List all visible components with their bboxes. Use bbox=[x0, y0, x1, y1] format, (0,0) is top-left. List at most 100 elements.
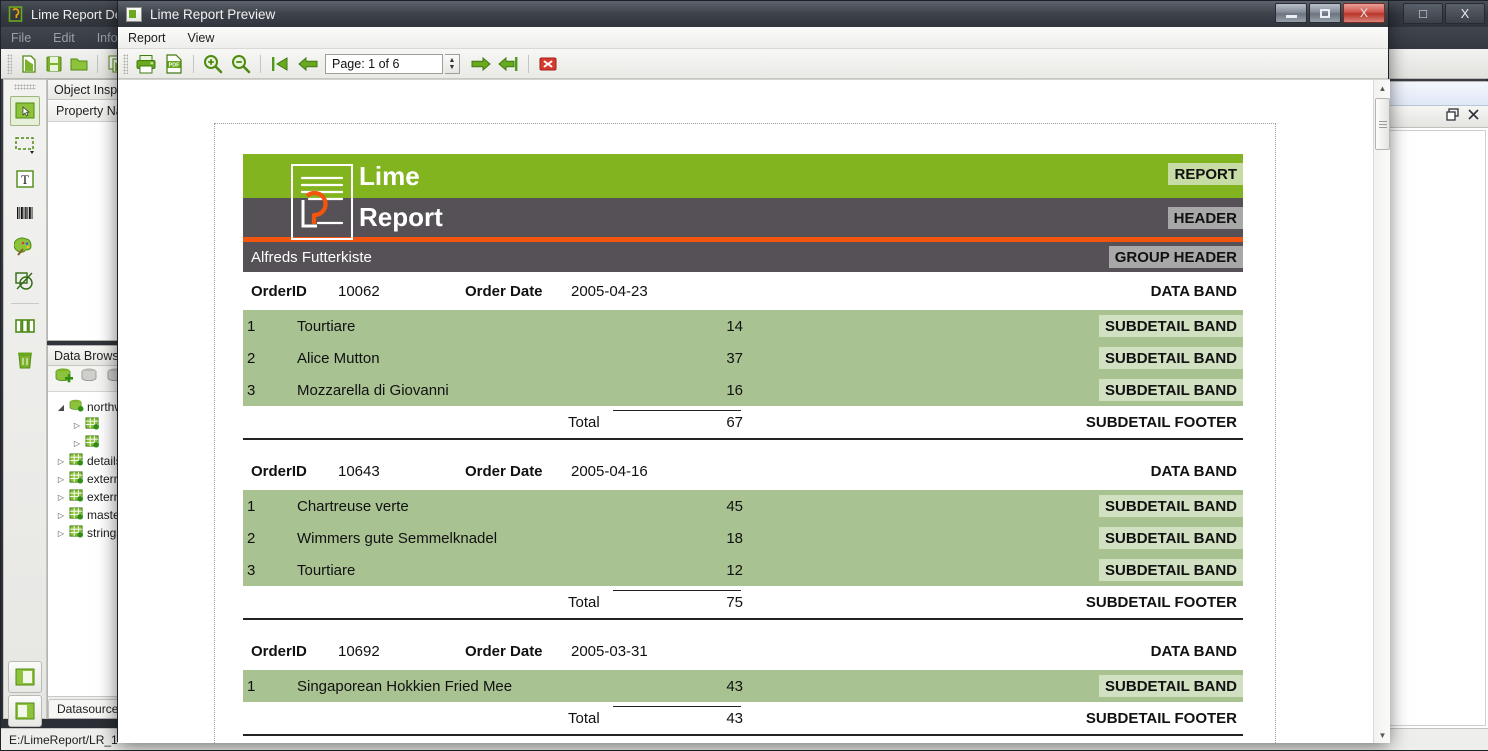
toolbar-separator bbox=[193, 54, 194, 73]
scrollbar-up-arrow[interactable]: ▲ bbox=[1374, 80, 1390, 97]
print-icon[interactable] bbox=[133, 52, 159, 76]
tree-expanded-arrow-icon[interactable]: ◢ bbox=[56, 403, 66, 412]
product-name: Chartreuse verte bbox=[297, 497, 409, 515]
select-rect-tool-icon[interactable] bbox=[10, 130, 40, 160]
product-name: Tourtiare bbox=[297, 561, 356, 579]
table-icon bbox=[69, 453, 84, 469]
designer-menu-info[interactable]: Info bbox=[97, 31, 118, 45]
float-panel-icon[interactable] bbox=[1446, 107, 1459, 126]
save-report-icon[interactable] bbox=[43, 53, 65, 75]
band-spacer bbox=[243, 440, 1243, 452]
table-icon bbox=[69, 525, 84, 541]
band-tag-subdetail-band: SUBDETAIL BAND bbox=[1099, 559, 1243, 581]
report-page-sheet: Lime REPORT Report HEADER Alfreds Futter… bbox=[214, 123, 1276, 743]
tree-collapsed-arrow-icon[interactable]: ▷ bbox=[56, 475, 66, 484]
tool-strip-grip[interactable] bbox=[14, 84, 36, 90]
page-number-spinner[interactable]: ▲ ▼ bbox=[445, 53, 460, 74]
preview-minimize-button[interactable] bbox=[1275, 3, 1307, 23]
total-value: 75 bbox=[726, 594, 743, 611]
tree-collapsed-arrow-icon[interactable]: ▷ bbox=[56, 457, 66, 466]
scrollbar-down-arrow[interactable]: ▼ bbox=[1374, 727, 1390, 743]
tool-strip-separator bbox=[11, 303, 39, 304]
band-tag-group-header: GROUP HEADER bbox=[1108, 246, 1243, 268]
table-icon bbox=[69, 489, 84, 505]
preview-titlebar[interactable]: Lime Report Preview X bbox=[118, 1, 1388, 27]
first-page-icon[interactable] bbox=[267, 52, 293, 76]
preview-menu-report[interactable]: Report bbox=[128, 31, 166, 45]
report-header-band: Report HEADER bbox=[243, 198, 1243, 242]
text-item-tool-icon[interactable]: T bbox=[10, 164, 40, 194]
preview-menu-view[interactable]: View bbox=[188, 31, 215, 45]
spinner-up-arrow[interactable]: ▲ bbox=[449, 57, 456, 64]
total-value: 43 bbox=[726, 710, 743, 727]
zoom-out-icon[interactable] bbox=[228, 52, 254, 76]
band-tag-subdetail-band: SUBDETAIL BAND bbox=[1099, 675, 1243, 697]
paint-item-tool-icon[interactable] bbox=[10, 232, 40, 262]
shape-item-tool-icon[interactable] bbox=[10, 266, 40, 296]
quantity-value: 18 bbox=[726, 529, 743, 547]
total-rule bbox=[613, 410, 741, 411]
preview-vertical-scrollbar[interactable]: ▲ ▼ bbox=[1373, 80, 1390, 743]
database-icon bbox=[69, 399, 84, 415]
svg-text:T: T bbox=[21, 172, 29, 187]
designer-close-button[interactable]: X bbox=[1445, 3, 1485, 24]
designer-menu-file[interactable]: File bbox=[11, 31, 31, 45]
total-label: Total bbox=[568, 709, 600, 727]
total-label: Total bbox=[568, 593, 600, 611]
close-panel-icon[interactable] bbox=[1467, 108, 1480, 126]
band-tag-header: HEADER bbox=[1167, 207, 1243, 229]
preview-toolbar-grip[interactable] bbox=[123, 53, 128, 74]
barcode-item-tool-icon[interactable] bbox=[10, 198, 40, 228]
pointer-tool-icon[interactable] bbox=[10, 96, 40, 126]
new-report-icon[interactable] bbox=[18, 53, 40, 75]
tree-collapsed-arrow-icon[interactable]: ▷ bbox=[72, 439, 82, 448]
add-datasource-icon[interactable] bbox=[54, 367, 74, 390]
table-icon bbox=[85, 435, 100, 451]
preview-maximize-button[interactable] bbox=[1309, 3, 1341, 23]
band-spacer bbox=[243, 620, 1243, 632]
total-rule bbox=[613, 706, 741, 707]
tree-collapsed-arrow-icon[interactable]: ▷ bbox=[56, 511, 66, 520]
zoom-in-icon[interactable] bbox=[200, 52, 226, 76]
band-tag-subdetail-footer: SUBDETAIL FOOTER bbox=[1085, 413, 1237, 431]
subdetail-footer-band: Total 43 SUBDETAIL FOOTER bbox=[243, 702, 1243, 734]
show-left-panel-toggle[interactable] bbox=[8, 661, 42, 693]
tree-collapsed-arrow-icon[interactable]: ▷ bbox=[56, 529, 66, 538]
page-number-input[interactable]: Page: 1 of 6 bbox=[325, 53, 443, 74]
lime-report-document-logo bbox=[291, 164, 353, 240]
report-content: Lime REPORT Report HEADER Alfreds Futter… bbox=[243, 154, 1243, 743]
band-spacer bbox=[243, 736, 1243, 743]
tree-collapsed-arrow-icon[interactable]: ▷ bbox=[56, 493, 66, 502]
edit-datasource-icon[interactable] bbox=[80, 367, 100, 390]
preview-window: Lime Report Preview X Report View PDF Pa… bbox=[117, 0, 1390, 743]
quantity-value: 45 bbox=[726, 497, 743, 515]
preview-close-button[interactable]: X bbox=[1343, 3, 1385, 23]
report-title-line2: Report bbox=[359, 202, 443, 232]
layout-tool-icon[interactable] bbox=[10, 311, 40, 341]
open-report-icon[interactable] bbox=[68, 53, 90, 75]
order-id-value: 10062 bbox=[338, 282, 380, 300]
previous-page-icon[interactable] bbox=[295, 52, 321, 76]
next-page-icon[interactable] bbox=[468, 52, 494, 76]
svg-text:PDF: PDF bbox=[169, 62, 180, 68]
total-label: Total bbox=[568, 413, 600, 431]
spinner-down-arrow[interactable]: ▼ bbox=[449, 64, 456, 71]
quantity-value: 12 bbox=[726, 561, 743, 579]
export-pdf-icon[interactable]: PDF bbox=[161, 52, 187, 76]
show-right-panel-toggle[interactable] bbox=[8, 695, 42, 727]
designer-menu-edit[interactable]: Edit bbox=[53, 31, 75, 45]
quantity-value: 43 bbox=[726, 677, 743, 695]
tree-collapsed-arrow-icon[interactable]: ▷ bbox=[72, 421, 82, 430]
product-name: Alice Mutton bbox=[297, 349, 380, 367]
report-preview-icon bbox=[126, 6, 142, 22]
total-rule bbox=[613, 590, 741, 591]
delete-tool-icon[interactable] bbox=[10, 345, 40, 375]
band-tag-subdetail-footer: SUBDETAIL FOOTER bbox=[1085, 709, 1237, 727]
close-preview-icon[interactable] bbox=[535, 52, 561, 76]
band-tag-subdetail-band: SUBDETAIL BAND bbox=[1099, 495, 1243, 517]
toolbar-grip[interactable] bbox=[7, 53, 12, 74]
scrollbar-thumb[interactable] bbox=[1375, 98, 1390, 150]
designer-maximize-button[interactable]: □ bbox=[1403, 3, 1443, 24]
last-page-icon[interactable] bbox=[496, 52, 522, 76]
order-id-value: 10643 bbox=[338, 462, 380, 480]
